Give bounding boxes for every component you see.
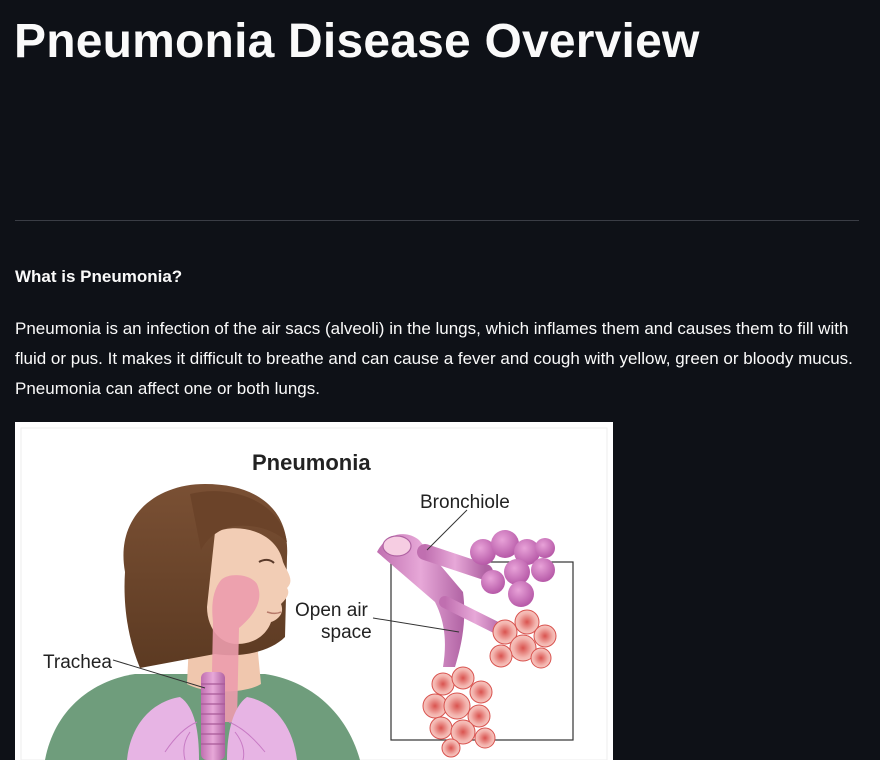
label-trachea: Trachea — [43, 652, 112, 673]
pneumonia-illustration: Pneumonia Bronchiole Open air space Trac… — [15, 422, 613, 760]
label-open-air-space: space — [321, 622, 372, 643]
label-bronchiole: Bronchiole — [420, 492, 510, 513]
illustration-labels: Pneumonia Bronchiole Open air space Trac… — [43, 450, 510, 673]
section-heading: What is Pneumonia? — [15, 267, 183, 286]
label-open-air: Open air — [295, 600, 369, 621]
description-paragraph: Pneumonia is an infection of the air sac… — [15, 319, 853, 398]
app-page: Pneumonia Disease Overview What is Pneum… — [0, 0, 880, 760]
page-title: Pneumonia Disease Overview — [14, 15, 700, 68]
divider — [15, 220, 859, 221]
illustration-title: Pneumonia — [252, 450, 371, 475]
